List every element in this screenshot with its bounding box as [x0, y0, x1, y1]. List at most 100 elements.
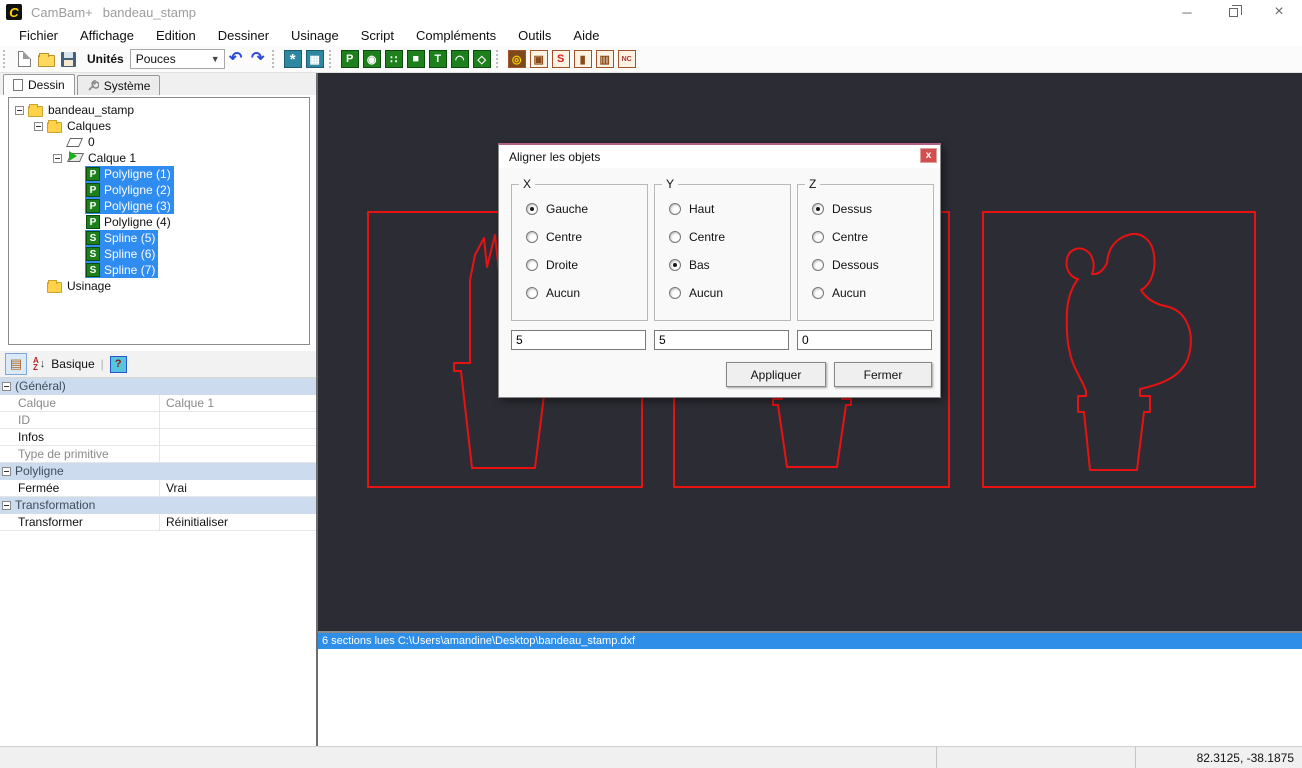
radio-icon[interactable] [669, 203, 681, 215]
radio-z-dessus[interactable]: Dessus [812, 202, 933, 215]
menu-fichier[interactable]: Fichier [8, 24, 69, 46]
snap-grid-button[interactable]: * [283, 48, 303, 70]
radio-icon[interactable] [669, 231, 681, 243]
save-file-button[interactable] [58, 48, 78, 70]
radio-x-centre[interactable]: Centre [526, 230, 647, 243]
collapse-icon[interactable] [53, 154, 62, 163]
open-file-button[interactable] [36, 48, 56, 70]
property-value[interactable]: Vrai [160, 480, 316, 496]
property-category-general[interactable]: (Général) [0, 378, 316, 395]
property-category-transformation[interactable]: Transformation [0, 497, 316, 514]
collapse-icon[interactable] [2, 501, 11, 510]
align-z-value-input[interactable] [797, 330, 932, 350]
radio-z-dessous[interactable]: Dessous [812, 258, 933, 271]
mop-lathe-button[interactable]: ▮ [573, 48, 593, 70]
draw-circle-button[interactable]: ◉ [362, 48, 382, 70]
tree-item-polyligne-3[interactable]: PPolyligne (3) [9, 198, 309, 214]
draw-surface-button[interactable]: ◇ [472, 48, 492, 70]
radio-icon[interactable] [669, 259, 681, 271]
radio-icon[interactable] [669, 287, 681, 299]
mop-gcode-button[interactable]: NC [617, 48, 637, 70]
menu-affichage[interactable]: Affichage [69, 24, 145, 46]
collapse-icon[interactable] [15, 106, 24, 115]
mop-drill-button[interactable]: ◎ [507, 48, 527, 70]
tree-item-spline-6[interactable]: SSpline (6) [9, 246, 309, 262]
mop-profile-button[interactable]: S [551, 48, 571, 70]
help-button[interactable]: ? [110, 356, 127, 373]
radio-z-centre[interactable]: Centre [812, 230, 933, 243]
menu-aide[interactable]: Aide [562, 24, 610, 46]
align-y-value-input[interactable] [654, 330, 789, 350]
radio-y-centre[interactable]: Centre [669, 230, 790, 243]
collapse-icon[interactable] [2, 467, 11, 476]
mop-engrave-button[interactable]: ▥ [595, 48, 615, 70]
radio-x-gauche[interactable]: Gauche [526, 202, 647, 215]
property-row-fermee[interactable]: Fermée Vrai [0, 480, 316, 497]
stamp-frame-3[interactable] [983, 212, 1255, 487]
draw-text-button[interactable]: T [428, 48, 448, 70]
property-value[interactable] [160, 446, 316, 462]
tab-dessin[interactable]: Dessin [3, 74, 75, 95]
alphabetical-sort-button[interactable]: AZ ↓ [33, 357, 45, 371]
radio-y-aucun[interactable]: Aucun [669, 286, 790, 299]
mop-pocket-button[interactable]: ▣ [529, 48, 549, 70]
menu-script[interactable]: Script [350, 24, 405, 46]
menu-outils[interactable]: Outils [507, 24, 562, 46]
tree-item-spline-5[interactable]: SSpline (5) [9, 230, 309, 246]
radio-y-bas[interactable]: Bas [669, 258, 790, 271]
fermer-button[interactable]: Fermer [834, 362, 932, 387]
property-row-infos[interactable]: Infos [0, 429, 316, 446]
close-button[interactable]: × [1256, 0, 1302, 24]
menu-edition[interactable]: Edition [145, 24, 207, 46]
align-x-value-input[interactable] [511, 330, 646, 350]
property-value[interactable]: Calque 1 [160, 395, 316, 411]
menu-dessiner[interactable]: Dessiner [207, 24, 280, 46]
tree-item-polyligne-1[interactable]: PPolyligne (1) [9, 166, 309, 182]
draw-arc-button[interactable]: ◠ [450, 48, 470, 70]
radio-y-haut[interactable]: Haut [669, 202, 790, 215]
radio-x-droite[interactable]: Droite [526, 258, 647, 271]
draw-rectangle-button[interactable]: ■ [406, 48, 426, 70]
tree-item-calque-1[interactable]: Calque 1 [9, 150, 309, 166]
restore-button[interactable] [1210, 0, 1256, 24]
tree-item-calques[interactable]: Calques [9, 118, 309, 134]
property-value[interactable]: Réinitialiser [160, 514, 316, 530]
minimize-button[interactable]: ─ [1164, 0, 1210, 24]
tree-item-polyligne-2[interactable]: PPolyligne (2) [9, 182, 309, 198]
property-row-type-primitive[interactable]: Type de primitive [0, 446, 316, 463]
log-message[interactable]: 6 sections lues C:\Users\amandine\Deskto… [318, 633, 1302, 649]
radio-z-aucun[interactable]: Aucun [812, 286, 933, 299]
radio-x-aucun[interactable]: Aucun [526, 286, 647, 299]
units-combobox[interactable]: Pouces ▼ [130, 49, 225, 69]
collapse-icon[interactable] [34, 122, 43, 131]
tree-item-polyligne-4[interactable]: PPolyligne (4) [9, 214, 309, 230]
menu-complements[interactable]: Compléments [405, 24, 507, 46]
dialog-title-bar[interactable]: Aligner les objets [499, 145, 940, 168]
undo-button[interactable]: ↶ [226, 48, 246, 70]
show-grid-button[interactable]: ▦ [305, 48, 325, 70]
tab-systeme[interactable]: Système [77, 75, 161, 95]
collapse-icon[interactable] [2, 382, 11, 391]
property-row-transformer[interactable]: Transformer Réinitialiser [0, 514, 316, 531]
cactus-outline-3[interactable] [1067, 234, 1191, 470]
redo-button[interactable]: ↷ [248, 48, 268, 70]
basique-button[interactable]: Basique [51, 357, 94, 371]
dialog-close-button[interactable]: x [920, 148, 937, 163]
tree-item-spline-7[interactable]: SSpline (7) [9, 262, 309, 278]
radio-icon[interactable] [812, 287, 824, 299]
categorized-view-button[interactable]: ▤ [5, 353, 27, 375]
radio-icon[interactable] [526, 259, 538, 271]
property-row-id[interactable]: ID [0, 412, 316, 429]
apply-button[interactable]: Appliquer [726, 362, 826, 387]
property-row-calque[interactable]: Calque Calque 1 [0, 395, 316, 412]
property-value[interactable] [160, 429, 316, 445]
radio-icon[interactable] [526, 287, 538, 299]
radio-icon[interactable] [526, 203, 538, 215]
tree-item-usinage[interactable]: Usinage [9, 278, 309, 294]
radio-icon[interactable] [812, 203, 824, 215]
tree-item-layer-0[interactable]: 0 [9, 134, 309, 150]
draw-polyline-button[interactable]: P [340, 48, 360, 70]
tree-item-root[interactable]: bandeau_stamp [9, 102, 309, 118]
property-value[interactable] [160, 412, 316, 428]
radio-icon[interactable] [812, 231, 824, 243]
